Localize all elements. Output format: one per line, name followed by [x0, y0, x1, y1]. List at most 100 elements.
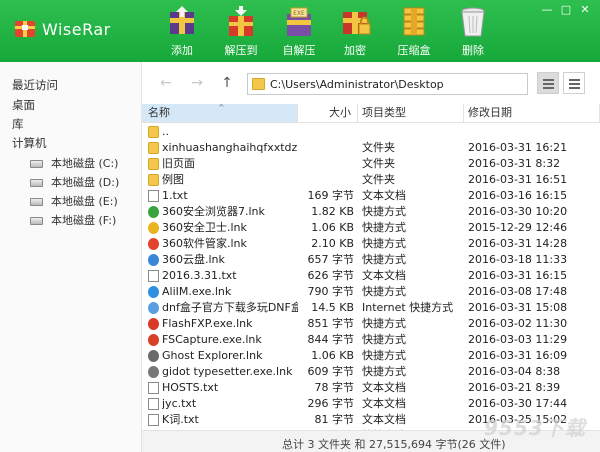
file-row[interactable]: 360安全浏览器7.lnk 1.82 KB 快捷方式 2016-03-30 10:20 [142, 204, 600, 220]
file-row[interactable]: HOSTS.txt 78 字节 文本文档 2016-03-21 8:39 [142, 380, 600, 396]
drive-label: 本地磁盘 (D:) [51, 176, 120, 189]
column-type-label: 项目类型 [362, 106, 406, 119]
file-name: HOSTS.txt [162, 381, 219, 394]
detail-view-button[interactable] [563, 72, 585, 94]
file-row[interactable]: AliIM.exe.lnk 790 字节 快捷方式 2016-03-08 17:48 [142, 284, 600, 300]
file-row[interactable]: dnf盒子官方下载多玩DNF盒子... 14.5 KB Internet 快捷方式 2… [142, 300, 600, 316]
file-row[interactable]: xinhuashanghaihqfxxtdzb_b... 文件夹 2016-03-3… [142, 140, 600, 156]
folder-icon [148, 126, 159, 138]
file-name: FSCapture.exe.lnk [162, 333, 262, 346]
sidebar-item-recent[interactable]: 最近访问 [12, 77, 58, 93]
up-arrow-icon[interactable]: ↑ [219, 75, 235, 91]
file-row[interactable]: 例图 文件夹 2016-03-31 16:51 [142, 172, 600, 188]
folder-icon [252, 78, 265, 90]
file-date: 2016-03-31 16:51 [468, 173, 568, 186]
encrypt-label: 加密 [344, 44, 366, 57]
compress-box-button[interactable]: 压缩盒 [387, 6, 441, 60]
file-name: Ghost Explorer.lnk [162, 349, 263, 362]
file-row[interactable]: jyc.txt 296 字节 文本文档 2016-03-30 17:44 [142, 396, 600, 412]
file-type: 文本文档 [362, 397, 406, 410]
shortcut-icon [148, 222, 159, 234]
file-size: 1.06 KB [311, 221, 354, 234]
file-name: 360安全卫士.lnk [162, 221, 247, 234]
file-row[interactable]: 2016.3.31.txt 626 字节 文本文档 2016-03-31 16:15 [142, 268, 600, 284]
folder-icon [148, 158, 159, 170]
file-size: 851 字节 [307, 317, 355, 330]
extract-to-button[interactable]: 解压到 [214, 6, 268, 60]
column-header-type[interactable]: 项目类型 [358, 104, 464, 122]
folder-icon [148, 142, 159, 154]
list-view-icon [543, 79, 554, 81]
hard-drive-icon [30, 217, 43, 225]
file-type: 文件夹 [362, 173, 395, 186]
path-text: C:\Users\Administrator\Desktop [270, 78, 444, 91]
shortcut-icon [148, 238, 159, 250]
drive-f[interactable]: 本地磁盘 (F:) [30, 212, 116, 228]
file-type: 快捷方式 [362, 205, 406, 218]
shortcut-icon [148, 206, 159, 218]
add-button[interactable]: 添加 [155, 6, 209, 60]
shortcut-icon [148, 254, 159, 266]
file-row[interactable]: 旧页面 文件夹 2016-03-31 8:32 [142, 156, 600, 172]
hard-drive-icon [30, 160, 43, 168]
file-size: 657 字节 [307, 253, 355, 266]
shortcut-icon [148, 318, 159, 330]
file-date: 2015-12-29 12:46 [468, 221, 568, 234]
sfx-exe-icon: EXE [287, 7, 311, 36]
file-name: 360软件管家.lnk [162, 237, 247, 250]
file-date: 2016-03-30 17:44 [468, 397, 568, 410]
file-type: 快捷方式 [362, 349, 406, 362]
file-name: xinhuashanghaihqfxxtdzb_b... [162, 141, 298, 154]
file-list: 名称 ^ 大小 项目类型 修改日期 .. xinhuashanghaihqfxxt… [142, 104, 600, 430]
column-header-date[interactable]: 修改日期 [464, 104, 600, 122]
file-row[interactable]: 360云盘.lnk 657 字节 快捷方式 2016-03-18 11:33 [142, 252, 600, 268]
sfx-button[interactable]: EXE 自解压 [272, 6, 326, 60]
file-size: 78 字节 [314, 381, 355, 394]
forward-arrow-icon[interactable]: → [189, 75, 205, 91]
drive-d[interactable]: 本地磁盘 (D:) [30, 174, 119, 190]
sidebar-item-desktop[interactable]: 桌面 [12, 97, 35, 113]
back-arrow-icon[interactable]: ← [158, 75, 174, 91]
file-type: 文件夹 [362, 141, 395, 154]
file-name: 例图 [162, 173, 184, 186]
file-row[interactable]: Ghost Explorer.lnk 1.06 KB 快捷方式 2016-03-31 … [142, 348, 600, 364]
file-type: 快捷方式 [362, 365, 406, 378]
file-date: 2016-03-31 16:15 [468, 269, 568, 282]
delete-button[interactable]: 删除 [446, 6, 500, 60]
hard-drive-icon [30, 198, 43, 206]
list-view-button[interactable] [537, 72, 559, 94]
text-file-icon [148, 190, 159, 202]
column-header-size[interactable]: 大小 [298, 104, 358, 122]
maximize-button[interactable]: □ [559, 4, 573, 16]
file-row[interactable]: gidot typesetter.exe.lnk 609 字节 快捷方式 2016-0… [142, 364, 600, 380]
path-input[interactable]: C:\Users\Administrator\Desktop [247, 73, 528, 95]
file-date: 2016-03-30 10:20 [468, 205, 568, 218]
file-name: .. [162, 125, 169, 138]
file-type: 快捷方式 [362, 253, 406, 266]
file-name: 旧页面 [162, 157, 195, 170]
drive-c[interactable]: 本地磁盘 (C:) [30, 155, 118, 171]
file-row[interactable]: 1.txt 169 字节 文本文档 2016-03-16 16:15 [142, 188, 600, 204]
file-name: 1.txt [162, 189, 188, 202]
file-row[interactable]: K词.txt 81 字节 文本文档 2016-03-25 15:02 [142, 412, 600, 428]
file-type: Internet 快捷方式 [362, 301, 454, 314]
file-type: 文件夹 [362, 157, 395, 170]
drive-e[interactable]: 本地磁盘 (E:) [30, 193, 118, 209]
sort-ascending-icon: ^ [218, 104, 225, 112]
file-row[interactable]: 360软件管家.lnk 2.10 KB 快捷方式 2016-03-31 14:28 [142, 236, 600, 252]
shortcut-icon [148, 350, 159, 362]
file-row[interactable]: .. [142, 124, 600, 140]
file-row[interactable]: FlashFXP.exe.lnk 851 字节 快捷方式 2016-03-02 11:… [142, 316, 600, 332]
column-name-label: 名称 [148, 106, 170, 119]
file-date: 2016-03-02 11:30 [468, 317, 568, 330]
sidebar-item-computer[interactable]: 计算机 [12, 135, 47, 151]
file-size: 81 字节 [314, 413, 355, 426]
column-header-name[interactable]: 名称 ^ [142, 104, 298, 122]
sidebar-item-libraries[interactable]: 库 [12, 116, 24, 132]
shortcut-icon [148, 366, 159, 378]
file-row[interactable]: FSCapture.exe.lnk 844 字节 快捷方式 2016-03-03 11… [142, 332, 600, 348]
file-row[interactable]: 360安全卫士.lnk 1.06 KB 快捷方式 2015-12-29 12:46 [142, 220, 600, 236]
minimize-button[interactable]: — [540, 4, 554, 16]
close-button[interactable]: ✕ [578, 4, 592, 16]
encrypt-button[interactable]: 加密 [328, 6, 382, 60]
